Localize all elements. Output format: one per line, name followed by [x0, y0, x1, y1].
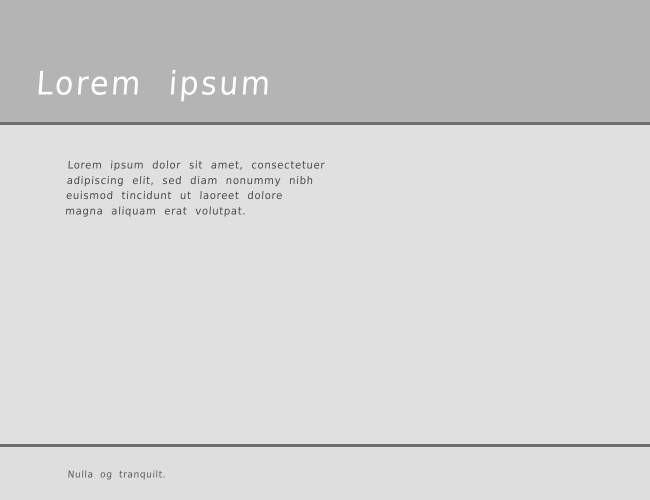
main-content: Lorem ipsum dolor sit amet, consectetuer…: [0, 125, 650, 444]
body-paragraph: Lorem ipsum dolor sit amet, consectetuer…: [65, 159, 368, 220]
footer-note: Nulla og tranquilt.: [67, 470, 167, 481]
body-paragraph-line: Lorem ipsum dolor sit amet, consectetuer: [67, 160, 326, 172]
body-paragraph-line: euismod tincidunt ut laoreet dolore: [65, 190, 284, 203]
page-title: Lorem ipsum: [35, 65, 274, 104]
page-title-word-second: ipsum: [167, 65, 274, 103]
page-title-word-first: Lorem: [35, 65, 145, 103]
body-paragraph-line: adipiscing elit, sed diam nonummy nibh: [66, 175, 315, 187]
site-footer: Nulla og tranquilt.: [0, 447, 650, 500]
body-paragraph-line: magna aliquam erat volutpat.: [64, 205, 247, 218]
site-header: Lorem ipsum: [0, 0, 650, 122]
page-root: Lorem ipsum Lorem ipsum dolor sit amet, c…: [0, 0, 650, 500]
